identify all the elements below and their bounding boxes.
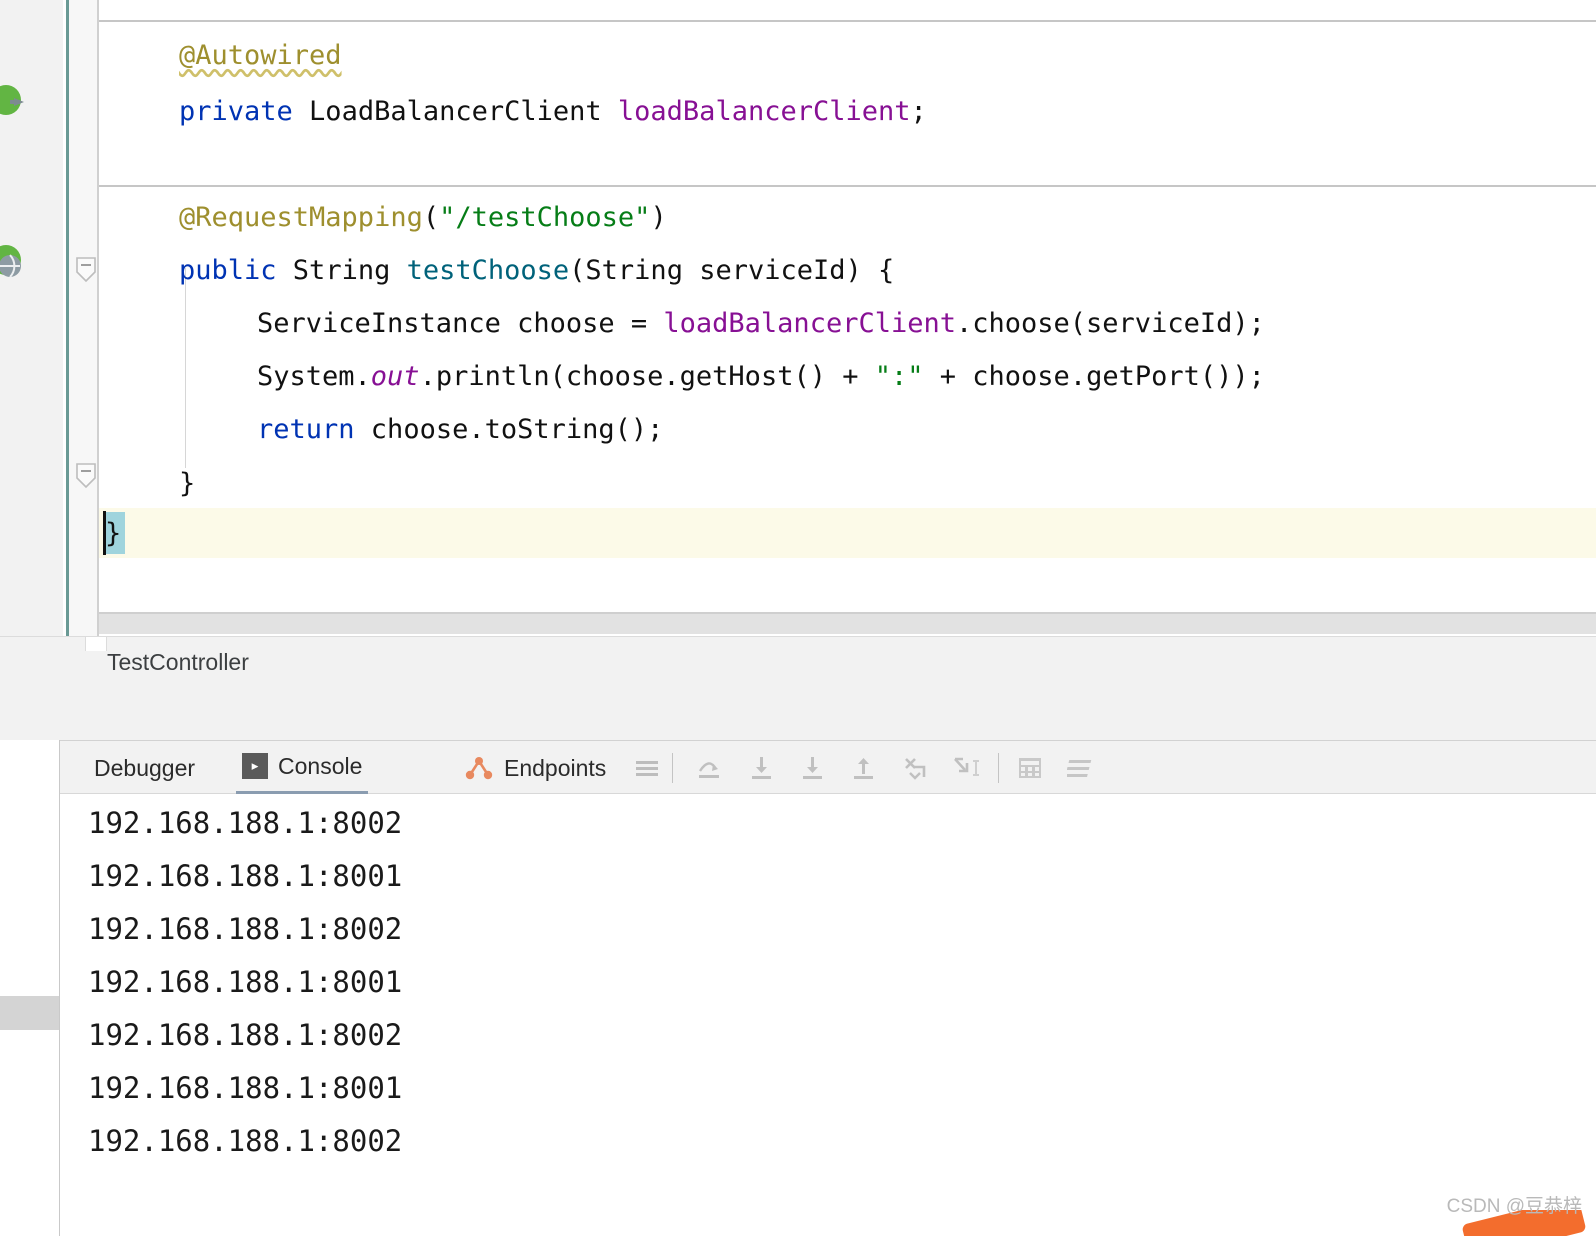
step-over-icon[interactable] (694, 753, 724, 783)
code-token: public (179, 255, 277, 286)
run-to-cursor-icon[interactable] (950, 753, 980, 783)
soft-wrap-icon[interactable] (632, 753, 662, 783)
console-icon: ▸ (242, 753, 268, 779)
step-into-icon[interactable] (746, 753, 776, 783)
tab-debugger[interactable]: Debugger (88, 741, 201, 795)
code-token: } (179, 468, 196, 499)
line-choose-call[interactable]: ServiceInstance choose = loadBalancerCli… (257, 298, 1265, 350)
line-field-decl[interactable]: private LoadBalancerClient loadBalancerC… (179, 86, 927, 138)
fold-collapse-method-icon[interactable] (74, 256, 98, 286)
editor-horizontal-scrollbar[interactable] (99, 614, 1596, 634)
console-output-line: 192.168.188.1:8002 (88, 912, 403, 946)
console-output-line: 192.168.188.1:8002 (88, 806, 403, 840)
debug-tool-window: Debugger ▸ Console Endpoints 192.168.188… (0, 740, 1596, 1236)
code-token: return (257, 414, 355, 445)
caret-line-highlight: } (99, 508, 1596, 558)
line-close-method[interactable]: } (179, 458, 195, 510)
editor-toolwindow-gap (0, 694, 1596, 740)
evaluate-expression-icon[interactable] (1015, 753, 1045, 783)
toolbar-divider-left (672, 753, 673, 783)
line-requestmapping[interactable]: @RequestMapping("/testChoose") (179, 192, 667, 244)
editor-gutter (69, 0, 98, 636)
code-token: choose.toString(); (354, 414, 664, 445)
tab-debugger-label: Debugger (94, 754, 196, 781)
toolbar-divider-right (998, 753, 999, 783)
csdn-watermark: CSDN @豆恭梓 (1446, 1196, 1582, 1217)
fold-collapse-class-icon[interactable] (74, 462, 98, 492)
line-return[interactable]: return choose.toString(); (257, 404, 663, 456)
code-token: @Autowired (179, 40, 342, 71)
code-token: @RequestMapping (179, 202, 423, 233)
run-application-icon[interactable] (0, 80, 26, 120)
code-separator-top (99, 20, 1596, 22)
run-browser-icon[interactable] (0, 240, 26, 280)
console-output-line: 192.168.188.1:8001 (88, 965, 403, 999)
debug-settings-icon[interactable] (1067, 753, 1097, 783)
tab-endpoints-label: Endpoints (504, 754, 607, 781)
code-token: testChoose (406, 255, 570, 286)
ide-window: @Autowired private LoadBalancerClient loa… (0, 0, 1596, 1236)
code-token: ServiceInstance choose = (257, 308, 664, 339)
drop-frame-icon[interactable] (900, 753, 930, 783)
code-token: System. (257, 361, 371, 392)
debug-tabbar: Debugger ▸ Console Endpoints (60, 740, 1596, 795)
code-token: + choose.getPort()); (923, 361, 1265, 392)
code-token: "/testChoose" (439, 202, 651, 233)
line-method-signature[interactable]: public String testChoose(String serviceI… (179, 245, 894, 297)
code-token: out (370, 361, 420, 392)
code-token: loadBalancerClient (663, 308, 956, 339)
tab-console-label: Console (278, 752, 363, 779)
code-token: ; (910, 96, 927, 127)
toolwindow-left-strip (0, 740, 60, 1236)
console-output-line: 192.168.188.1:8002 (88, 1018, 403, 1052)
editor-left-strip (0, 0, 63, 636)
console-output-line: 192.168.188.1:8001 (88, 1071, 403, 1105)
code-token: String (276, 255, 407, 286)
endpoints-icon (464, 755, 494, 781)
breadcrumb-class-name[interactable]: TestController (107, 649, 249, 676)
console-output-line: 192.168.188.1:8002 (88, 1124, 403, 1158)
code-token: ":" (874, 361, 924, 392)
code-token: ( (422, 202, 440, 233)
code-token: (String serviceId) { (569, 255, 895, 286)
code-token: .choose(serviceId); (956, 308, 1265, 339)
toolwindow-left-marker (0, 996, 59, 1030)
code-separator-mid (99, 185, 1596, 187)
breadcrumb-bar: TestController (0, 636, 1596, 694)
tab-console[interactable]: ▸ Console (236, 741, 369, 795)
code-token: loadBalancerClient (617, 96, 911, 127)
tab-endpoints[interactable]: Endpoints (458, 741, 612, 795)
line-println[interactable]: System.out.println(choose.getHost() + ":… (257, 351, 1265, 403)
code-token: ) (650, 202, 667, 233)
breadcrumb-tab-stub (85, 637, 107, 651)
line-autowired[interactable]: @Autowired (179, 30, 342, 82)
code-canvas[interactable]: @Autowired private LoadBalancerClient loa… (99, 0, 1596, 636)
step-out-icon[interactable] (848, 753, 878, 783)
console-output-line: 192.168.188.1:8001 (88, 859, 403, 893)
code-token: LoadBalancerClient (292, 96, 618, 127)
console-output-panel[interactable]: 192.168.188.1:8002 192.168.188.1:8001 192.… (60, 794, 1596, 1236)
editor-area: @Autowired private LoadBalancerClient loa… (0, 0, 1596, 636)
code-token: private (179, 96, 293, 127)
line-close-class[interactable]: } (105, 508, 121, 560)
indent-guide (185, 268, 186, 468)
force-step-into-icon[interactable] (797, 753, 827, 783)
code-token: .println(choose.getHost() + (419, 361, 875, 392)
